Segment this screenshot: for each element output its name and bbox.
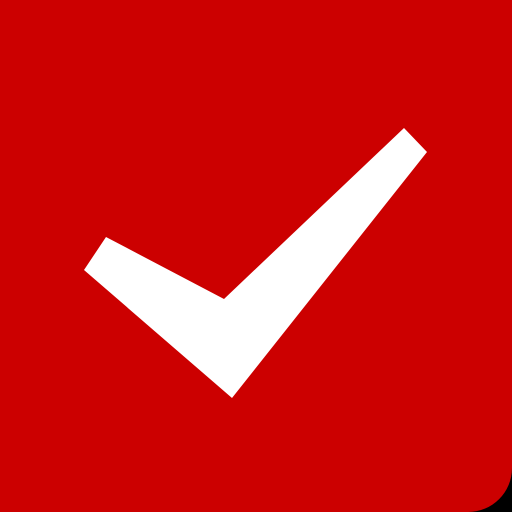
icon-background [0, 0, 512, 512]
app-icon-tile [0, 0, 512, 512]
checkmark-icon-svg [0, 0, 512, 512]
